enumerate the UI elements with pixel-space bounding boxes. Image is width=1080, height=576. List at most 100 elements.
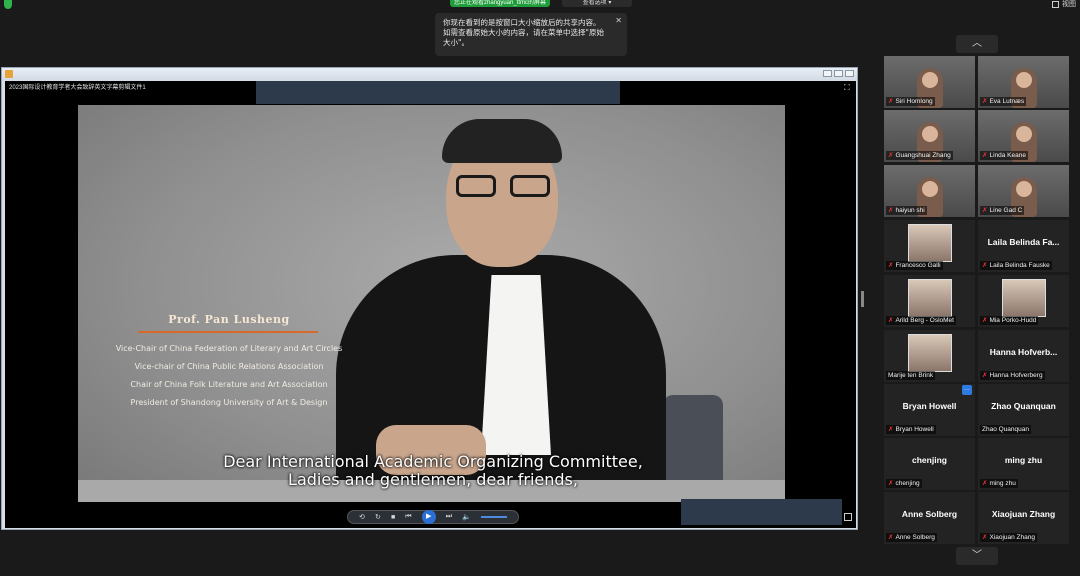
participant-tile[interactable]: chenjing ✗ chenjing	[884, 438, 975, 490]
participant-tile[interactable]: Anne Solberg ✗ Anne Solberg	[884, 492, 975, 544]
participant-name-label: ✗ Line Gad C	[980, 206, 1025, 215]
speaker-glasses	[456, 175, 552, 197]
participant-tile[interactable]: ✗ Eva Lutnæs	[978, 56, 1069, 108]
volume-icon[interactable]: 🔈	[462, 513, 471, 521]
scaling-tooltip: 你现在看到的是按窗口大小缩放后的共享内容。 如需查看原始大小的内容，请在菜单中选…	[435, 13, 627, 56]
participant-name-label: ✗ ming zhu	[980, 479, 1018, 488]
participant-name: Eva Lutnæs	[989, 98, 1025, 105]
participant-tile[interactable]: ✗ Francesco Galli	[884, 220, 975, 272]
mic-muted-icon: ✗	[982, 480, 988, 487]
participant-display-name: Hanna Hofverb...	[989, 347, 1058, 357]
mic-muted-icon: ✗	[888, 152, 894, 159]
participant-name-label: ✗ Hanna Hofverberg	[980, 371, 1045, 380]
mic-muted-icon: ✗	[982, 372, 988, 379]
player-top-strip	[256, 81, 620, 104]
fullscreen-icon[interactable]	[844, 513, 852, 521]
grid-icon	[1052, 1, 1059, 8]
participant-display-name: Anne Solberg	[901, 509, 958, 519]
participant-tile[interactable]: Zhao Quanquan Zhao Quanquan	[978, 384, 1069, 436]
participant-name: Line Gad C	[989, 207, 1023, 214]
speaker-title: President of Shandong University of Art …	[130, 398, 328, 407]
more-options-button[interactable]: ···	[962, 385, 972, 395]
participant-name-label: ✗ Xiaojuan Zhang	[980, 533, 1037, 542]
participant-avatar	[908, 224, 952, 262]
participant-name-label: ✗ Anne Solberg	[886, 533, 937, 542]
close-icon[interactable]: ✕	[615, 16, 622, 26]
participant-name-label: ✗ Arild Berg - OsloMet	[886, 316, 956, 325]
mic-muted-icon: ✗	[982, 207, 988, 214]
minimize-button[interactable]	[823, 70, 832, 77]
play-button[interactable]: ▶	[421, 510, 436, 524]
video-player[interactable]: 2023国际设计教育学者大会致辞英文字幕剪辑文件1 ⛶ Prof. Pan Lu…	[5, 81, 856, 528]
participant-name: Marije ten Brink	[888, 372, 934, 379]
view-options-button[interactable]: 查看选项 ▾	[562, 0, 632, 7]
loop-icon[interactable]: ⟲	[359, 513, 365, 521]
participant-tile[interactable]: Laila Belinda Fa... ✗ Laila Belinda Fauske	[978, 220, 1069, 272]
panel-resize-handle[interactable]	[861, 291, 864, 307]
participant-tile[interactable]: ✗ Mia Porko-Hudd	[978, 275, 1069, 327]
share-status-pill[interactable]: 您正在观看zhangyuan_ttmc的屏幕	[450, 0, 550, 7]
participant-name: Linda Keane	[989, 152, 1026, 159]
view-button[interactable]: 视图	[1052, 0, 1076, 9]
participant-name: chenjing	[895, 480, 920, 487]
participant-tile[interactable]: ✗ Linda Keane	[978, 110, 1069, 162]
top-bar: 您正在观看zhangyuan_ttmc的屏幕 查看选项 ▾ 视图	[0, 0, 1080, 10]
caption-divider	[138, 331, 318, 333]
participant-tile[interactable]: ✗ haiyun shi	[884, 165, 975, 217]
scroll-down-button[interactable]: ﹀	[956, 547, 998, 565]
playback-controls: ⟲ ↻ ■ ⏮ ▶ ⏭ 🔈	[347, 510, 519, 524]
participant-name-label: ✗ haiyun shi	[886, 206, 927, 215]
participant-tile[interactable]: ming zhu ✗ ming zhu	[978, 438, 1069, 490]
participant-display-name: Bryan Howell	[902, 401, 957, 411]
participant-name-label: ✗ Siri Homlong	[886, 97, 935, 106]
next-icon[interactable]: ⏭	[446, 513, 452, 521]
volume-slider[interactable]	[480, 516, 507, 518]
speaker-title: Vice-chair of China Public Relations Ass…	[134, 362, 324, 371]
scroll-up-button[interactable]: ︿	[956, 35, 998, 53]
participant-name-label: Zhao Quanquan	[980, 425, 1031, 434]
participant-display-name: chenjing	[912, 455, 947, 465]
participant-avatar	[908, 279, 952, 317]
shield-icon[interactable]	[4, 0, 12, 9]
participant-name-label: ✗ Laila Belinda Fauske	[980, 261, 1052, 270]
shared-window: 2023国际设计教育学者大会致辞英文字幕剪辑文件1 ⛶ Prof. Pan Lu…	[1, 67, 858, 530]
participant-tile[interactable]: ✗ Arild Berg - OsloMet	[884, 275, 975, 327]
mic-muted-icon: ✗	[982, 98, 988, 105]
participant-tile[interactable]: ✗ Siri Homlong	[884, 56, 975, 108]
close-window-button[interactable]	[845, 70, 854, 77]
view-label: 视图	[1062, 1, 1076, 8]
repeat-icon[interactable]: ↻	[375, 513, 381, 521]
participant-tile[interactable]: Hanna Hofverb... ✗ Hanna Hofverberg	[978, 330, 1069, 382]
participant-name-label: ✗ Linda Keane	[980, 151, 1028, 160]
mic-muted-icon: ✗	[982, 152, 988, 159]
mic-muted-icon: ✗	[888, 480, 894, 487]
mic-muted-icon: ✗	[888, 317, 894, 324]
maximize-button[interactable]	[834, 70, 843, 77]
expand-icon[interactable]: ⛶	[844, 84, 852, 92]
tooltip-line: 如需查看原始大小的内容，请在菜单中选择"原始	[443, 28, 604, 37]
mic-muted-icon: ✗	[888, 426, 894, 433]
mic-muted-icon: ✗	[982, 317, 988, 324]
stop-icon[interactable]: ■	[391, 514, 395, 521]
participant-name: ming zhu	[989, 480, 1016, 487]
mic-muted-icon: ✗	[888, 262, 894, 269]
mic-muted-icon: ✗	[888, 98, 894, 105]
participant-name: Xiaojuan Zhang	[989, 534, 1035, 541]
speaker-title: Vice-Chair of China Federation of Litera…	[115, 344, 343, 353]
participant-tile[interactable]: ✗ Guangshuai Zhang	[884, 110, 975, 162]
subtitle-line: Ladies and gentlemen, dear friends,	[288, 470, 578, 489]
video-frame: Prof. Pan Lusheng Vice-Chair of China Fe…	[78, 105, 785, 502]
previous-icon[interactable]: ⏮	[405, 513, 411, 521]
participant-name-label: ✗ Mia Porko-Hudd	[980, 316, 1039, 325]
player-bottom-strip	[681, 499, 842, 525]
participant-name: Bryan Howell	[895, 426, 934, 433]
participant-tile[interactable]: Marije ten Brink	[884, 330, 975, 382]
participant-name: haiyun shi	[895, 207, 925, 214]
mic-muted-icon: ✗	[982, 262, 988, 269]
participant-tile[interactable]: ✗ Line Gad C	[978, 165, 1069, 217]
participant-display-name: Laila Belinda Fa...	[987, 237, 1060, 247]
participant-tile[interactable]: Xiaojuan Zhang ✗ Xiaojuan Zhang	[978, 492, 1069, 544]
participant-display-name: ming zhu	[1004, 455, 1043, 465]
window-titlebar[interactable]	[2, 68, 857, 80]
participant-name: Siri Homlong	[895, 98, 933, 105]
